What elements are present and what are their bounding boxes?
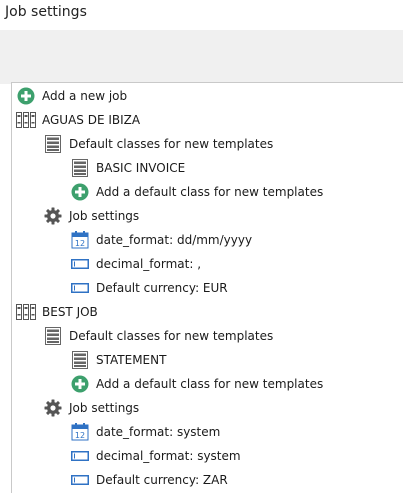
job-tree[interactable]: Add a new job AGUAS DE IBIZA Default cla… [11, 82, 403, 493]
job-settings-label: Job settings [69, 209, 140, 223]
setting-decimal-format[interactable]: decimal_format: , [70, 253, 201, 275]
textbox-icon [70, 254, 90, 274]
default-classes-label: Default classes for new templates [69, 329, 274, 343]
gear-icon [43, 206, 63, 226]
default-classes-node[interactable]: Default classes for new templates [43, 325, 273, 347]
setting-label: Default currency: ZAR [96, 473, 228, 487]
gear-icon [43, 398, 63, 418]
class-item-label: BASIC INVOICE [96, 161, 186, 175]
class-item-statement[interactable]: STATEMENT [70, 349, 166, 371]
add-default-class-label: Add a default class for new templates [96, 185, 324, 199]
job-settings-label: Job settings [69, 401, 140, 415]
job-name-label: BEST JOB [42, 305, 98, 319]
textbox-icon [70, 446, 90, 466]
add-default-class-node[interactable]: Add a default class for new templates [70, 373, 323, 395]
add-icon [16, 86, 36, 106]
textbox-icon [70, 470, 90, 490]
class-item-label: STATEMENT [96, 353, 167, 367]
title-bar: Job settings [0, 0, 403, 30]
setting-default-currency[interactable]: Default currency: EUR [70, 277, 228, 299]
svg-text:12: 12 [75, 431, 85, 440]
window-title: Job settings [5, 4, 87, 20]
calendar-icon: 12 [70, 422, 90, 442]
textbox-icon [70, 278, 90, 298]
setting-label: decimal_format: system [96, 449, 241, 463]
calendar-icon: 12 [70, 230, 90, 250]
list-icon [43, 326, 63, 346]
toolbar-area [0, 30, 403, 84]
job-node-best-job[interactable]: BEST JOB [16, 301, 98, 323]
list-icon [70, 158, 90, 178]
job-name-label: AGUAS DE IBIZA [42, 113, 141, 127]
setting-label: date_format: system [96, 425, 221, 439]
add-default-class-label: Add a default class for new templates [96, 377, 324, 391]
add-job-label: Add a new job [42, 89, 128, 103]
add-default-class-node[interactable]: Add a default class for new templates [70, 181, 323, 203]
job-node-aguas-de-ibiza[interactable]: AGUAS DE IBIZA [16, 109, 140, 131]
default-classes-node[interactable]: Default classes for new templates [43, 133, 273, 155]
job-settings-node[interactable]: Job settings [43, 205, 139, 227]
add-job-node[interactable]: Add a new job [16, 85, 127, 107]
setting-date-format[interactable]: 12 date_format: system [70, 421, 220, 443]
list-icon [70, 350, 90, 370]
svg-text:12: 12 [75, 239, 85, 248]
setting-date-format[interactable]: 12 date_format: dd/mm/yyyy [70, 229, 252, 251]
setting-label: Default currency: EUR [96, 281, 228, 295]
job-settings-node[interactable]: Job settings [43, 397, 139, 419]
binders-icon [16, 110, 36, 130]
setting-default-currency[interactable]: Default currency: ZAR [70, 469, 228, 491]
list-icon [43, 134, 63, 154]
setting-label: date_format: dd/mm/yyyy [96, 233, 253, 247]
add-icon [70, 374, 90, 394]
add-icon [70, 182, 90, 202]
setting-decimal-format[interactable]: decimal_format: system [70, 445, 241, 467]
setting-label: decimal_format: , [96, 257, 202, 271]
class-item-basic-invoice[interactable]: BASIC INVOICE [70, 157, 185, 179]
default-classes-label: Default classes for new templates [69, 137, 274, 151]
binders-icon [16, 302, 36, 322]
